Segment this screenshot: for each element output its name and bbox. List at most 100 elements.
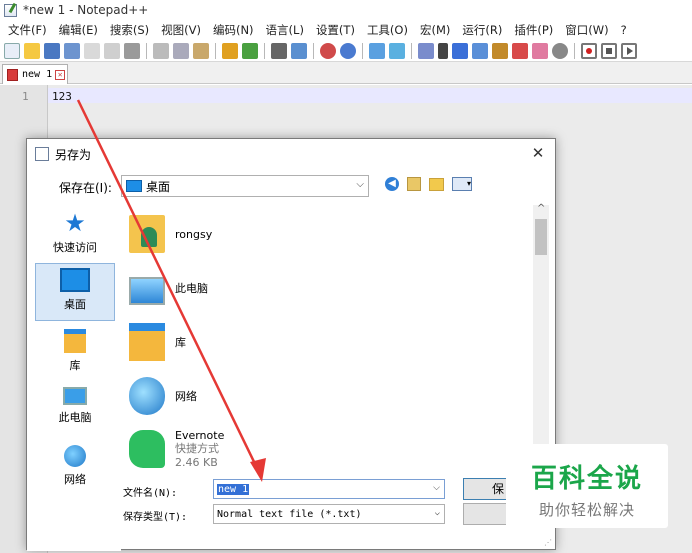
filename-value: new 1	[217, 483, 250, 495]
file-name: 网络	[175, 390, 197, 403]
place-libraries[interactable]: 库	[35, 325, 115, 381]
close-icon[interactable]: ✕	[527, 143, 549, 163]
copy-icon[interactable]	[173, 42, 189, 59]
save-as-dialog: 另存为 ✕ 保存在(I): 桌面 ⌵ ◀ ▾ ★ 快速访问 桌面 库 此电脑 网…	[26, 138, 556, 551]
menu-language[interactable]: 语言(L)	[260, 22, 310, 38]
save-all-icon[interactable]	[64, 42, 80, 59]
menu-help[interactable]: ?	[615, 23, 633, 37]
file-info: Evernote 快捷方式 2.46 KB	[175, 429, 224, 470]
tab-new1[interactable]: new 1 ✕	[2, 64, 68, 84]
menu-edit[interactable]: 编辑(E)	[53, 22, 104, 38]
up-folder-icon[interactable]	[407, 177, 421, 191]
folder-as-workspace-icon[interactable]	[532, 42, 548, 59]
replace-icon[interactable]	[291, 42, 307, 59]
place-this-pc[interactable]: 此电脑	[35, 383, 115, 439]
place-quick-access[interactable]: ★ 快速访问	[35, 207, 115, 263]
desktop-icon	[126, 180, 142, 192]
view-menu-icon[interactable]: ▾	[452, 177, 472, 191]
dialog-title: 另存为	[55, 147, 92, 162]
toolbar-separator	[574, 42, 575, 59]
chevron-down-icon[interactable]: ⌵	[433, 483, 440, 493]
toolbar-separator	[362, 42, 363, 59]
filetype-label: 保存类型(T):	[123, 512, 188, 523]
unsaved-file-icon	[7, 68, 18, 81]
zoom-out-icon[interactable]	[340, 42, 356, 59]
find-icon[interactable]	[271, 42, 287, 59]
scroll-thumb[interactable]	[535, 219, 547, 255]
file-list-scrollbar[interactable]: ^	[533, 203, 549, 471]
tab-bar: new 1 ✕	[0, 62, 692, 84]
place-label: 桌面	[64, 298, 86, 311]
place-label: 快速访问	[53, 241, 97, 254]
library-icon	[64, 329, 86, 353]
doc-map-icon[interactable]	[492, 42, 508, 59]
menu-window[interactable]: 窗口(W)	[559, 22, 614, 38]
open-file-icon[interactable]	[24, 42, 40, 59]
menu-file[interactable]: 文件(F)	[2, 22, 53, 38]
close-all-icon[interactable]	[104, 42, 120, 59]
menu-encoding[interactable]: 编码(N)	[207, 22, 260, 38]
indent-guide-icon[interactable]	[452, 42, 468, 59]
list-item[interactable]: 网络	[129, 371, 489, 421]
file-type: 快捷方式	[175, 441, 219, 455]
tab-label: new 1	[22, 69, 53, 80]
menu-search[interactable]: 搜索(S)	[104, 22, 155, 38]
monitoring-icon[interactable]	[552, 42, 568, 59]
filetype-select[interactable]: Normal text file (*.txt) ⌵	[213, 504, 445, 524]
filename-label: 文件名(N):	[123, 488, 178, 499]
menu-run[interactable]: 运行(R)	[456, 22, 508, 38]
place-label: 此电脑	[58, 411, 92, 424]
stop-macro-icon[interactable]	[601, 42, 617, 59]
sync-vertical-icon[interactable]	[369, 42, 385, 59]
zoom-in-icon[interactable]	[320, 42, 336, 59]
filename-input[interactable]: new 1 ⌵	[213, 479, 445, 499]
place-desktop[interactable]: 桌面	[35, 263, 115, 321]
undo-icon[interactable]	[222, 42, 238, 59]
play-macro-icon[interactable]	[621, 42, 637, 59]
save-in-dropdown[interactable]: 桌面 ⌵	[121, 175, 369, 197]
new-file-icon[interactable]	[4, 42, 20, 59]
computer-icon	[129, 277, 165, 305]
file-size: 2.46 KB	[175, 455, 218, 469]
toolbar-separator	[411, 42, 412, 59]
toolbar-separator	[313, 42, 314, 59]
evernote-icon	[129, 430, 165, 468]
scroll-up-icon[interactable]: ^	[537, 203, 545, 214]
editor-text[interactable]: 123	[52, 90, 72, 103]
sync-horizontal-icon[interactable]	[389, 42, 405, 59]
list-item[interactable]: 此电脑	[129, 263, 489, 313]
save-icon[interactable]	[44, 42, 60, 59]
word-wrap-icon[interactable]	[418, 42, 434, 59]
cut-icon[interactable]	[153, 42, 169, 59]
back-icon[interactable]: ◀	[385, 177, 399, 191]
close-tab-icon[interactable]: ✕	[55, 69, 66, 80]
toolbar	[0, 40, 692, 62]
current-line-highlight	[48, 88, 692, 103]
menu-settings[interactable]: 设置(T)	[310, 22, 361, 38]
menu-tools[interactable]: 工具(O)	[361, 22, 414, 38]
function-list-icon[interactable]	[512, 42, 528, 59]
place-network[interactable]: 网络	[35, 441, 115, 497]
list-item[interactable]: Evernote 快捷方式 2.46 KB	[129, 423, 489, 475]
close-file-icon[interactable]	[84, 42, 100, 59]
menu-view[interactable]: 视图(V)	[155, 22, 207, 38]
menu-plugins[interactable]: 插件(P)	[508, 22, 559, 38]
place-label: 库	[69, 359, 81, 372]
language-icon[interactable]	[472, 42, 488, 59]
show-all-chars-icon[interactable]	[438, 42, 448, 59]
print-icon[interactable]	[124, 42, 140, 59]
list-item[interactable]: rongsy	[129, 209, 489, 259]
place-label: 网络	[64, 473, 86, 486]
list-item[interactable]: 库	[129, 317, 489, 367]
record-macro-icon[interactable]	[581, 42, 597, 59]
paste-icon[interactable]	[193, 42, 209, 59]
notepadpp-icon	[4, 3, 17, 17]
resize-grip-icon[interactable]: ⋰	[544, 538, 552, 547]
file-name: 库	[175, 336, 186, 349]
toolbar-separator	[146, 42, 147, 59]
file-name: Evernote	[175, 428, 225, 442]
watermark-subtitle: 助你轻松解决	[538, 501, 635, 519]
redo-icon[interactable]	[242, 42, 258, 59]
new-folder-icon[interactable]	[429, 177, 444, 191]
menu-macro[interactable]: 宏(M)	[414, 22, 456, 38]
